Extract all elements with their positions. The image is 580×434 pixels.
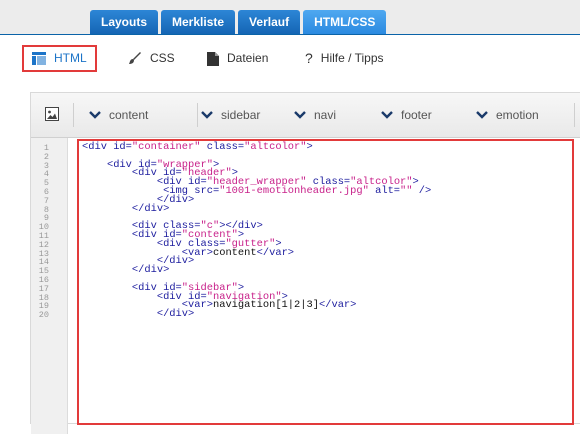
code-token: src= [194,184,220,197]
line-number: 3 [43,160,49,171]
line-number: 8 [43,204,49,215]
subtab-html[interactable]: HTML [22,45,97,72]
line-number: 9 [43,213,49,224]
chevron-down-icon [294,111,306,119]
dropdown-emotion[interactable]: emotion [476,93,539,137]
code-token: </var> [318,299,357,312]
code-token: class= [200,141,245,153]
top-navigation-bar: Layouts Merkliste Verlauf HTML/CSS [0,0,580,35]
tab-merkliste[interactable]: Merkliste [161,10,236,34]
dropdown-navi[interactable]: navi [294,93,336,137]
line-number: 10 [38,222,49,233]
line-number: 7 [43,195,49,206]
editor-toolbar: content sidebar navi footer emotion [31,93,580,138]
dropdown-footer[interactable]: footer [381,93,432,137]
code-token: "1001-emotionheader.jpg" [219,184,369,197]
subtab-html-label: HTML [54,51,87,65]
toolbar-divider [197,103,198,127]
tab-verlauf[interactable]: Verlauf [238,10,301,34]
html-layout-icon [32,52,46,65]
sub-tab-bar: HTML CSS Dateien ? Hilfe / Tipps [0,35,580,80]
line-number: 18 [38,292,49,303]
dropdown-content[interactable]: content [89,93,148,137]
chevron-down-icon [476,111,488,119]
image-icon[interactable] [45,107,59,121]
subtab-hilfe-label: Hilfe / Tipps [320,51,384,65]
subtab-hilfe[interactable]: ? Hilfe / Tipps [305,45,384,72]
code-token: /> [412,184,432,197]
code-token: </div> [156,308,195,321]
code-token: "altcolor" [244,141,307,153]
chevron-down-icon [381,111,393,119]
code-area[interactable]: <div id="container" class="altcolor"> <d… [82,141,580,321]
line-number: 12 [38,239,49,250]
tab-html-css[interactable]: HTML/CSS [303,10,387,34]
line-number: 11 [38,230,49,241]
code-token: </div> [131,202,170,215]
code-line: <div id="container" class="altcolor"> [82,141,580,153]
dropdown-emotion-label: emotion [496,108,539,122]
subtab-dateien-label: Dateien [227,51,269,65]
line-number: 19 [38,301,49,312]
code-line: </div> [82,202,580,215]
chevron-down-icon [89,111,101,119]
subtab-css-label: CSS [150,51,175,65]
dropdown-footer-label: footer [401,108,432,122]
dropdown-navi-label: navi [314,108,337,122]
line-number: 15 [38,266,49,277]
code-token: id= [113,141,132,153]
file-icon [207,51,219,66]
line-number: 14 [38,257,49,268]
line-number: 2 [43,151,49,162]
line-number: 16 [38,274,49,285]
dropdown-content-label: content [109,108,149,122]
code-token: "" [400,184,413,197]
tab-layouts[interactable]: Layouts [90,10,159,34]
line-number: 6 [43,186,49,197]
top-tabs: Layouts Merkliste Verlauf HTML/CSS [90,10,387,34]
code-token: navigation[1|2|3] [212,299,319,312]
code-token: <div [82,141,114,153]
dropdown-sidebar-label: sidebar [221,108,261,122]
subtab-dateien[interactable]: Dateien [207,45,268,72]
subtab-css[interactable]: CSS [128,45,175,72]
code-token: "container" [131,141,201,153]
line-number-gutter: 1 2 3 4 5 6 7 8 9 10 11 12 13 14 15 16 17 18 19 20 [31,138,68,434]
code-token: </div> [131,264,170,277]
code-token: </var> [256,246,295,259]
code-token: content [212,246,257,259]
code-line: </div> [82,308,580,321]
question-mark-icon: ? [305,50,313,66]
chevron-down-icon [201,111,213,119]
line-number: 4 [43,169,49,180]
line-number: 13 [38,248,49,259]
code-line: </div> [82,264,580,277]
line-number: 1 [43,143,49,153]
code-token: alt= [368,184,401,197]
code-token: > [306,141,313,153]
brush-icon [128,52,142,65]
line-number: 20 [38,310,49,321]
line-number: 17 [38,283,49,294]
toolbar-divider [574,103,575,127]
dropdown-sidebar[interactable]: sidebar [201,93,260,137]
line-number: 5 [43,178,49,189]
toolbar-divider [73,103,74,127]
